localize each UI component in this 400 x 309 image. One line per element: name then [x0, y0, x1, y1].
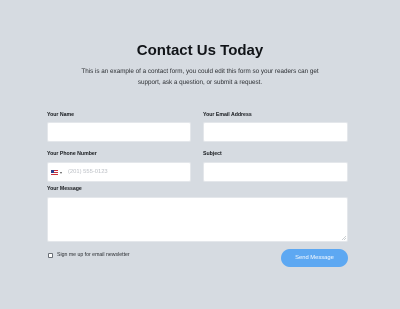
subject-field[interactable] [203, 162, 348, 182]
phone-field-wrapper [47, 162, 191, 182]
phone-label: Your Phone Number [47, 151, 97, 157]
name-field[interactable] [47, 122, 191, 142]
newsletter-checkbox[interactable] [48, 252, 53, 258]
contact-page: Contact Us Today This is an example of a… [0, 0, 400, 309]
resize-handle-icon[interactable] [342, 236, 346, 240]
message-field[interactable] [47, 197, 348, 242]
phone-field[interactable] [68, 163, 188, 181]
email-label: Your Email Address [203, 112, 252, 118]
send-message-button[interactable]: Send Message [281, 249, 348, 267]
intro-text: This is an example of a contact form, yo… [81, 68, 319, 86]
country-select[interactable] [51, 168, 67, 177]
page-title: Contact Us Today [136, 42, 264, 59]
newsletter-option[interactable]: Sign me up for email newsletter [48, 251, 130, 259]
message-label: Your Message [47, 186, 82, 192]
us-flag-icon [51, 170, 58, 175]
chevron-down-icon [60, 171, 62, 174]
subject-label: Subject [203, 151, 222, 157]
name-label: Your Name [47, 112, 75, 118]
email-field[interactable] [203, 122, 348, 142]
newsletter-label: Sign me up for email newsletter [57, 252, 130, 258]
